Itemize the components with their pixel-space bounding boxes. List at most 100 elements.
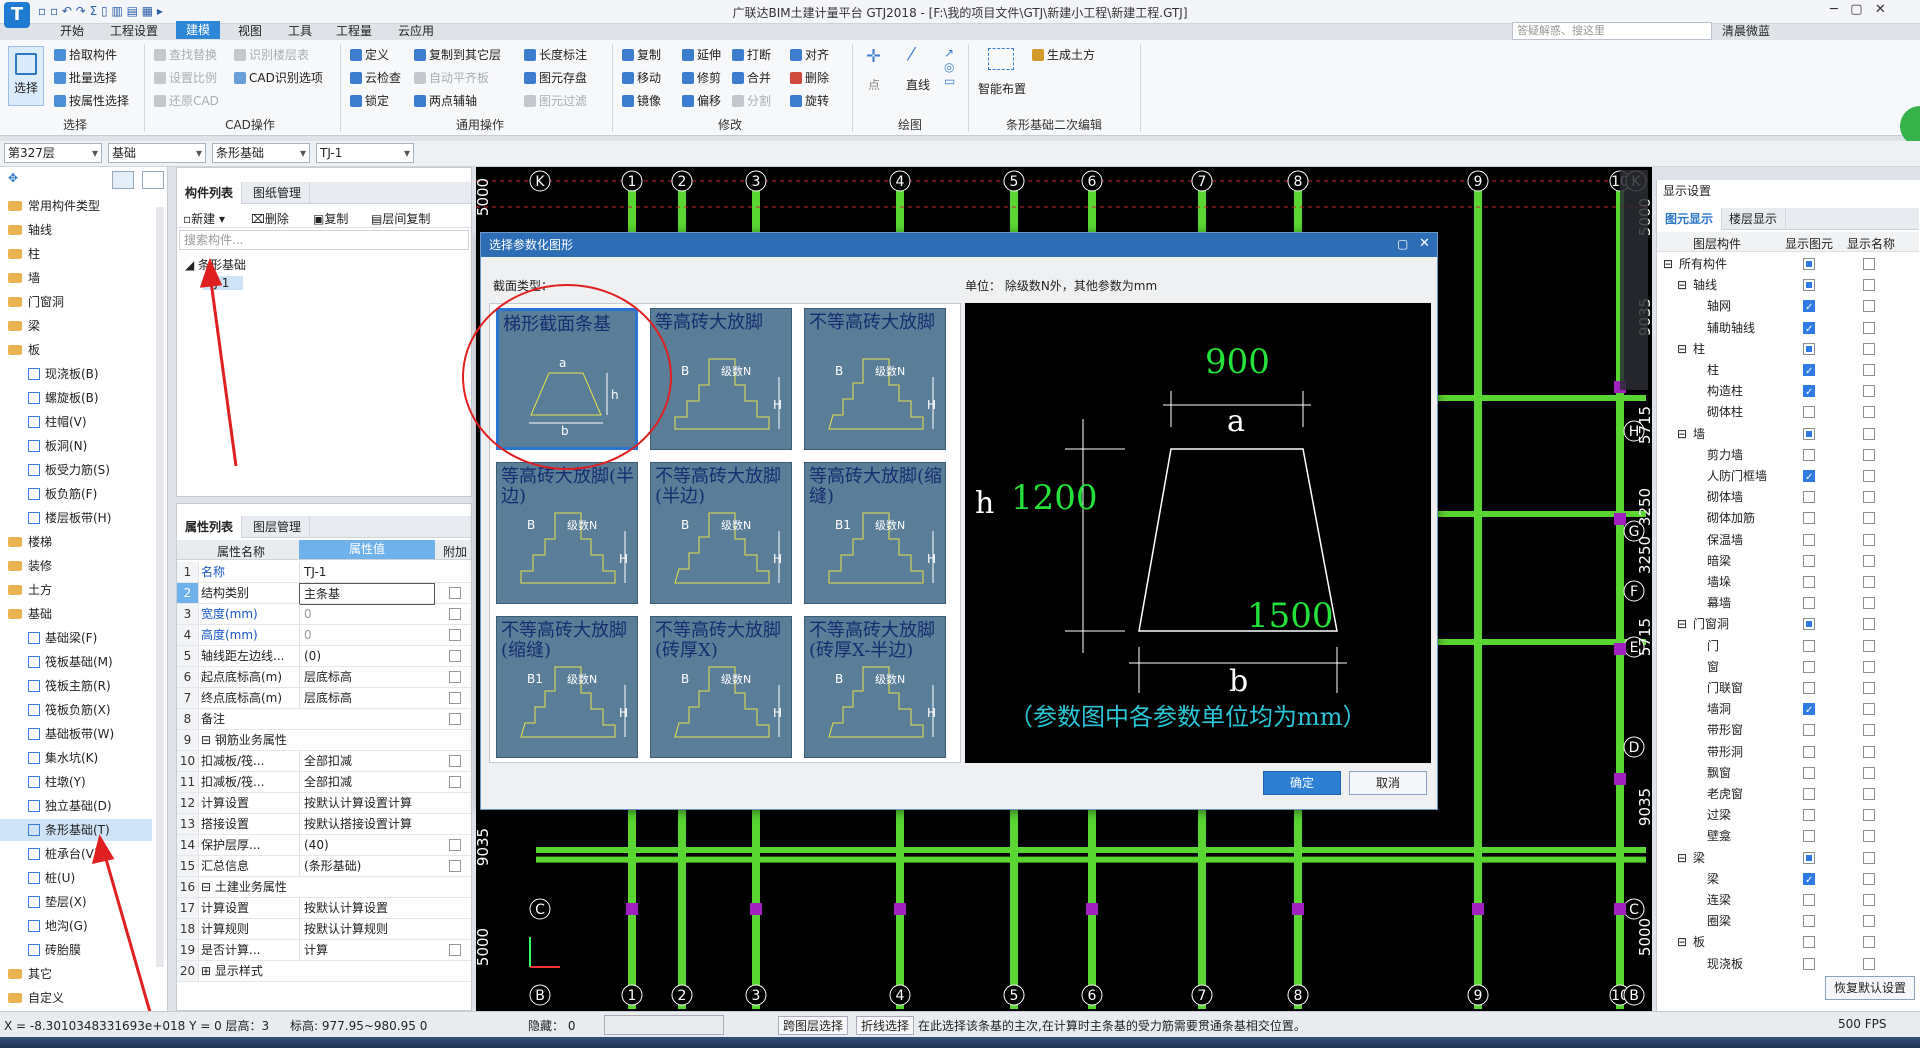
display-row[interactable]: 砌体柱 — [1657, 402, 1919, 423]
show-name-checkbox[interactable] — [1863, 533, 1875, 546]
tree-item[interactable]: 螺旋板(B) — [0, 387, 152, 409]
tree-item[interactable]: 现浇板(B) — [0, 363, 152, 385]
collapse-icon[interactable]: ⊟ — [1677, 848, 1687, 869]
extend-button[interactable]: 延伸 — [682, 46, 721, 63]
foundation-beam-horizontal[interactable] — [536, 847, 1646, 853]
property-value[interactable]: 全部扣减 — [299, 772, 435, 792]
shape-option[interactable]: 不等高砖大放脚(砖厚X-半边) B 级数N H — [804, 616, 946, 758]
attach-checkbox[interactable] — [449, 608, 461, 620]
show-element-checkbox[interactable] — [1803, 809, 1815, 822]
display-row[interactable]: 圈梁 — [1657, 911, 1919, 932]
property-row[interactable]: 20 ⊞ 显示样式 — [177, 961, 471, 982]
tree-item[interactable]: 垫层(X) — [0, 891, 152, 913]
display-row[interactable]: 墙垛 — [1657, 572, 1919, 593]
column-node[interactable] — [750, 903, 762, 915]
show-name-checkbox[interactable] — [1863, 703, 1875, 716]
show-element-checkbox[interactable] — [1803, 448, 1815, 461]
collapse-icon[interactable]: ⊟ — [1677, 932, 1687, 953]
display-row[interactable]: 壁龛 — [1657, 826, 1919, 847]
show-element-checkbox[interactable] — [1803, 279, 1815, 292]
attach-checkbox[interactable] — [449, 713, 461, 725]
tree-item[interactable]: 自定义 — [0, 987, 152, 1009]
display-row[interactable]: 保温墙 — [1657, 530, 1919, 551]
copy-button[interactable]: 复制 — [622, 46, 661, 63]
collapse-icon[interactable]: ⊟ — [1677, 614, 1687, 635]
tree-root-strip-foundation[interactable]: ◢ 条形基础 — [185, 256, 246, 273]
cancel-button[interactable]: 取消 — [1349, 771, 1427, 795]
menu-modeling[interactable]: 建模 — [176, 21, 221, 39]
show-element-checkbox[interactable] — [1803, 427, 1815, 440]
collapse-icon[interactable]: ⊟ — [1663, 254, 1673, 275]
copy-between-floors-button[interactable]: ▤层间复制 — [371, 210, 430, 227]
tree-item[interactable]: 楼层板带(H) — [0, 507, 152, 529]
column-node[interactable] — [1614, 903, 1626, 915]
tree-item[interactable]: 门窗洞 — [0, 291, 152, 313]
tree-item[interactable]: 墙 — [0, 267, 152, 289]
tab-floor-display[interactable]: 楼层显示 — [1721, 208, 1787, 230]
tab-component-list[interactable]: 构件列表 — [177, 182, 243, 204]
property-row[interactable]: 16 ⊟ 土建业务属性 — [177, 877, 471, 898]
show-name-checkbox[interactable] — [1863, 639, 1875, 652]
show-name-checkbox[interactable] — [1863, 321, 1875, 334]
display-row[interactable]: 人防门框墙 — [1657, 466, 1919, 488]
tree-item[interactable]: 桩承台(V) — [0, 843, 152, 865]
property-row[interactable]: 7 终点底标高(m) 层底标高 — [177, 688, 471, 709]
show-element-checkbox[interactable] — [1803, 576, 1815, 588]
tree-item[interactable]: 基础 — [0, 603, 152, 625]
recognize-floor-table-button[interactable]: 识别楼层表 — [234, 46, 309, 63]
tree-item[interactable]: 筏板基础(M) — [0, 651, 152, 673]
tree-item[interactable]: 筏板主筋(R) — [0, 675, 152, 697]
show-name-checkbox[interactable] — [1863, 300, 1875, 313]
property-row[interactable]: 13 搭接设置 按默认搭接设置计算 — [177, 814, 471, 835]
display-row[interactable]: ⊟ 墙 — [1657, 424, 1919, 445]
two-point-axis-button[interactable]: 两点辅轴 — [414, 92, 477, 109]
ok-button[interactable]: 确定 — [1263, 771, 1341, 795]
show-name-checkbox[interactable] — [1863, 258, 1875, 270]
quick-access-icons[interactable]: ▫ ▫ ↶ ↷ Σ ▯ ▥ ▤ ▦ ▸ — [38, 4, 163, 18]
show-name-checkbox[interactable] — [1863, 724, 1875, 737]
floor-select[interactable]: 第327层 — [4, 143, 102, 163]
tab-element-display[interactable]: 图元显示 — [1657, 208, 1723, 230]
show-name-checkbox[interactable] — [1863, 342, 1875, 355]
attach-checkbox[interactable] — [449, 671, 461, 683]
property-value[interactable]: 主条基 — [299, 583, 435, 605]
tab-layer-management[interactable]: 图层管理 — [245, 516, 311, 538]
property-value[interactable]: 0 — [299, 625, 435, 645]
polyline-select-button[interactable]: 折线选择 — [856, 1016, 915, 1035]
property-row[interactable]: 5 轴线距左边线... (0) — [177, 646, 471, 667]
smart-layout-button[interactable]: 智能布置 — [978, 80, 1026, 97]
column-node[interactable] — [1614, 643, 1626, 655]
show-element-checkbox[interactable] — [1803, 788, 1815, 800]
show-element-checkbox[interactable] — [1803, 851, 1815, 864]
show-name-checkbox[interactable] — [1863, 597, 1875, 610]
display-row[interactable]: 砌体加筋 — [1657, 508, 1919, 529]
lock-button[interactable]: 锁定 — [350, 92, 389, 109]
property-value[interactable]: (40) — [299, 835, 435, 855]
display-row[interactable]: 连梁 — [1657, 890, 1919, 911]
define-button[interactable]: 定义 — [350, 46, 389, 63]
show-name-checkbox[interactable] — [1863, 385, 1875, 398]
tree-item[interactable]: 地沟(G) — [0, 915, 152, 937]
show-name-checkbox[interactable] — [1863, 427, 1875, 440]
property-value[interactable]: (0) — [299, 646, 435, 666]
mirror-button[interactable]: 镜像 — [622, 92, 661, 109]
column-node[interactable] — [1614, 513, 1626, 525]
collapse-icon[interactable]: ⊟ — [1677, 339, 1687, 360]
show-element-checkbox[interactable] — [1803, 830, 1815, 843]
dialog-maximize-icon[interactable]: ▢ — [1397, 237, 1408, 251]
display-row[interactable]: 暗梁 — [1657, 551, 1919, 572]
property-row[interactable]: 6 起点底标高(m) 层底标高 — [177, 667, 471, 688]
attach-checkbox[interactable] — [449, 860, 461, 872]
show-element-checkbox[interactable] — [1803, 618, 1815, 631]
tree-item[interactable]: 砖胎膜 — [0, 939, 152, 961]
display-row[interactable]: 砌体墙 — [1657, 487, 1919, 508]
cloud-check-button[interactable]: 云检查 — [350, 69, 401, 86]
display-row[interactable]: 梁 — [1657, 869, 1919, 891]
show-element-checkbox[interactable] — [1803, 957, 1815, 970]
show-name-checkbox[interactable] — [1863, 936, 1875, 949]
show-element-checkbox[interactable] — [1803, 700, 1815, 721]
pin-icon[interactable]: ✥ — [8, 171, 18, 185]
attach-checkbox[interactable] — [449, 944, 461, 956]
show-element-checkbox[interactable] — [1803, 342, 1815, 355]
property-value[interactable]: 层底标高 — [299, 667, 435, 687]
